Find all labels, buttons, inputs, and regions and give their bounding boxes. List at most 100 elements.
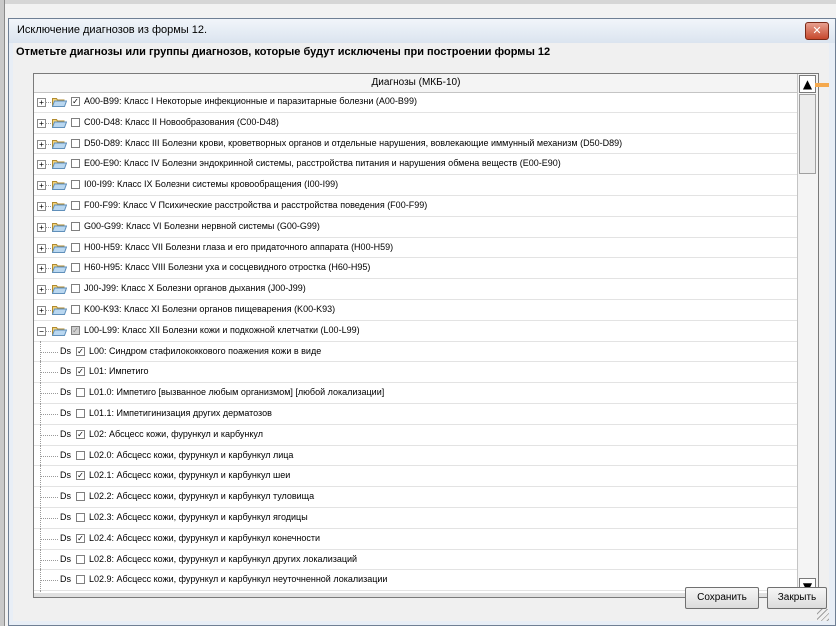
group-label: L00-L99: Класс XII Болезни кожи и подкож…	[84, 324, 360, 335]
tree-group-row[interactable]: + G00-G99: Класс VI Болезни нервной систе…	[34, 217, 798, 238]
tree-connector	[40, 517, 58, 519]
group-checkbox[interactable]	[71, 159, 80, 169]
item-checkbox[interactable]	[76, 492, 85, 502]
left-edge	[0, 0, 5, 626]
tree-item-row[interactable]: Ds L02.0: Абсцесс кожи, фурункул и карбун…	[34, 444, 798, 467]
group-label: H00-H59: Класс VII Болезни глаза и его п…	[84, 241, 394, 252]
tree-group-row[interactable]: + E00-E90: Класс IV Болезни эндокринной с…	[34, 154, 798, 176]
item-label: L02.8: Абсцесс кожи, фурункул и карбунку…	[89, 553, 358, 564]
tree-connector	[45, 247, 51, 249]
tree-connector	[45, 122, 51, 124]
group-checkbox[interactable]	[71, 180, 80, 190]
tree-group-row[interactable]: + ✓ A00-B99: Класс I Некоторые инфекционны…	[34, 92, 798, 113]
diagnosis-tree[interactable]: Диагнозы (МКБ-10) + ✓ A00-B99: Класс I Нек…	[33, 73, 819, 598]
group-label: K00-K93: Класс XI Болезни органов пищева…	[84, 303, 336, 314]
item-code: Ds	[60, 470, 71, 481]
scroll-thumb[interactable]	[799, 94, 816, 174]
tree-item-row[interactable]: Ds ✓ L00: Синдром стафилококкового поажени…	[34, 340, 798, 363]
cancel-button[interactable]: Закрыть	[767, 587, 827, 609]
dialog-window: Исключение диагнозов из формы 12. ✕ Отме…	[8, 18, 836, 626]
column-header[interactable]: Диагнозы (МКБ-10)	[34, 74, 798, 93]
item-label: L00: Синдром стафилококкового поажения к…	[89, 345, 322, 356]
tree-group-row[interactable]: + H60-H95: Класс VIII Болезни уха и сосце…	[34, 258, 798, 280]
tree-item-row[interactable]: Ds L02.2: Абсцесс кожи, фурункул и карбун…	[34, 486, 798, 509]
tree-group-row[interactable]: + F00-F99: Класс V Психические расстройст…	[34, 196, 798, 217]
item-checkbox[interactable]: ✓	[76, 346, 85, 356]
tree-connector	[40, 538, 58, 540]
tree-item-row[interactable]: Ds L02.9: Абсцесс кожи, фурункул и карбун…	[34, 569, 798, 592]
tree-connector	[40, 476, 58, 478]
item-checkbox[interactable]: ✓	[76, 471, 85, 481]
group-checkbox[interactable]	[71, 242, 80, 252]
item-checkbox[interactable]	[76, 388, 85, 398]
group-checkbox[interactable]	[71, 284, 80, 294]
item-label: L02.1: Абсцесс кожи, фурункул и карбунку…	[89, 470, 291, 481]
top-edge	[0, 0, 836, 4]
tree-item-row[interactable]: Ds L01.0: Импетиго [вызванное любым орган…	[34, 382, 798, 405]
tree-item-row[interactable]: Ds L02.3: Абсцесс кожи, фурункул и карбун…	[34, 506, 798, 529]
item-checkbox[interactable]: ✓	[76, 533, 85, 543]
group-checkbox[interactable]	[71, 138, 80, 148]
tree-item-row[interactable]: Ds L02.8: Абсцесс кожи, фурункул и карбун…	[34, 548, 798, 571]
group-label: A00-B99: Класс I Некоторые инфекционные …	[84, 96, 417, 106]
group-label: J00-J99: Класс X Болезни органов дыхания…	[84, 283, 306, 294]
desktop-background: Исключение диагнозов из формы 12. ✕ Отме…	[0, 0, 836, 626]
tree-connector	[45, 102, 51, 103]
instruction-label: Отметьте диагнозы или группы диагнозов, …	[16, 46, 551, 58]
tree-rows: + ✓ A00-B99: Класс I Некоторые инфекционны…	[34, 92, 798, 597]
item-checkbox[interactable]: ✓	[76, 429, 85, 439]
window-title: Исключение диагнозов из формы 12.	[17, 24, 208, 36]
tree-connector	[40, 413, 58, 415]
folder-icon	[51, 97, 68, 107]
save-button[interactable]: Сохранить	[685, 587, 759, 609]
item-checkbox[interactable]: ✓	[76, 367, 85, 377]
tree-connector	[45, 205, 51, 207]
item-code: Ds	[60, 387, 71, 398]
group-label: C00-D48: Класс II Новообразования (C00-D…	[84, 116, 279, 127]
side-marker	[815, 83, 829, 87]
tree-item-row[interactable]: Ds ✓ L02: Абсцесс кожи, фурункул и карбунк…	[34, 423, 798, 446]
tree-item-row[interactable]: Ds ✓ L02.1: Абсцесс кожи, фурункул и карбу…	[34, 465, 798, 488]
folder-icon	[51, 326, 68, 336]
tree-item-row[interactable]: Ds ✓ L02.4: Абсцесс кожи, фурункул и карбу…	[34, 527, 798, 550]
group-checkbox[interactable]	[71, 221, 80, 231]
item-label: L02.9: Абсцесс кожи, фурункул и карбунку…	[89, 574, 388, 585]
group-checkbox[interactable]	[71, 117, 80, 127]
tree-connector	[45, 309, 51, 311]
tree-connector	[40, 455, 58, 457]
group-checkbox[interactable]	[71, 263, 80, 273]
item-code: Ds	[60, 407, 71, 418]
item-checkbox[interactable]	[76, 512, 85, 522]
folder-icon	[51, 139, 68, 149]
resize-grip[interactable]	[817, 609, 829, 621]
item-checkbox[interactable]	[76, 575, 85, 585]
vertical-scrollbar[interactable]: ▲ ▼	[797, 74, 818, 597]
tree-group-row[interactable]: − ✓ L00-L99: Класс XII Болезни кожи и подк…	[34, 321, 798, 342]
group-checkbox[interactable]	[71, 200, 80, 210]
tree-group-row[interactable]: + C00-D48: Класс II Новообразования (C00-…	[34, 113, 798, 134]
tree-item-row[interactable]: Ds ✓ L01: Импетиго	[34, 361, 798, 384]
tree-item-row[interactable]: Ds L01.1: Импетигинизация других дерматоз…	[34, 402, 798, 425]
tree-group-row[interactable]: + I00-I99: Класс IX Болезни системы крово…	[34, 175, 798, 196]
tree-connector	[45, 268, 51, 270]
tree-group-row[interactable]: + H00-H59: Класс VII Болезни глаза и его …	[34, 238, 798, 259]
item-code: Ds	[60, 511, 71, 522]
item-checkbox[interactable]	[76, 554, 85, 564]
group-checkbox[interactable]	[71, 304, 80, 314]
scroll-up-button[interactable]: ▲	[799, 75, 816, 93]
group-label: G00-G99: Класс VI Болезни нервной систем…	[84, 220, 320, 231]
tree-group-row[interactable]: + D50-D89: Класс III Болезни крови, крове…	[34, 134, 798, 155]
horizontal-scrollbar[interactable]	[34, 593, 798, 597]
item-label: L02.4: Абсцесс кожи, фурункул и карбунку…	[89, 532, 321, 543]
item-label: L02.0: Абсцесс кожи, фурункул и карбунку…	[89, 449, 294, 460]
tree-connector	[40, 372, 58, 374]
tree-group-row[interactable]: + K00-K93: Класс XI Болезни органов пищев…	[34, 300, 798, 321]
item-checkbox[interactable]	[76, 408, 85, 418]
item-checkbox[interactable]	[76, 450, 85, 460]
tree-group-row[interactable]: + J00-J99: Класс X Болезни органов дыхани…	[34, 279, 798, 300]
title-bar[interactable]: Исключение диагнозов из формы 12. ✕	[9, 19, 835, 43]
group-checkbox[interactable]: ✓	[71, 97, 80, 106]
folder-icon	[51, 118, 68, 128]
close-window-button[interactable]: ✕	[805, 22, 829, 40]
group-checkbox[interactable]: ✓	[71, 325, 80, 335]
